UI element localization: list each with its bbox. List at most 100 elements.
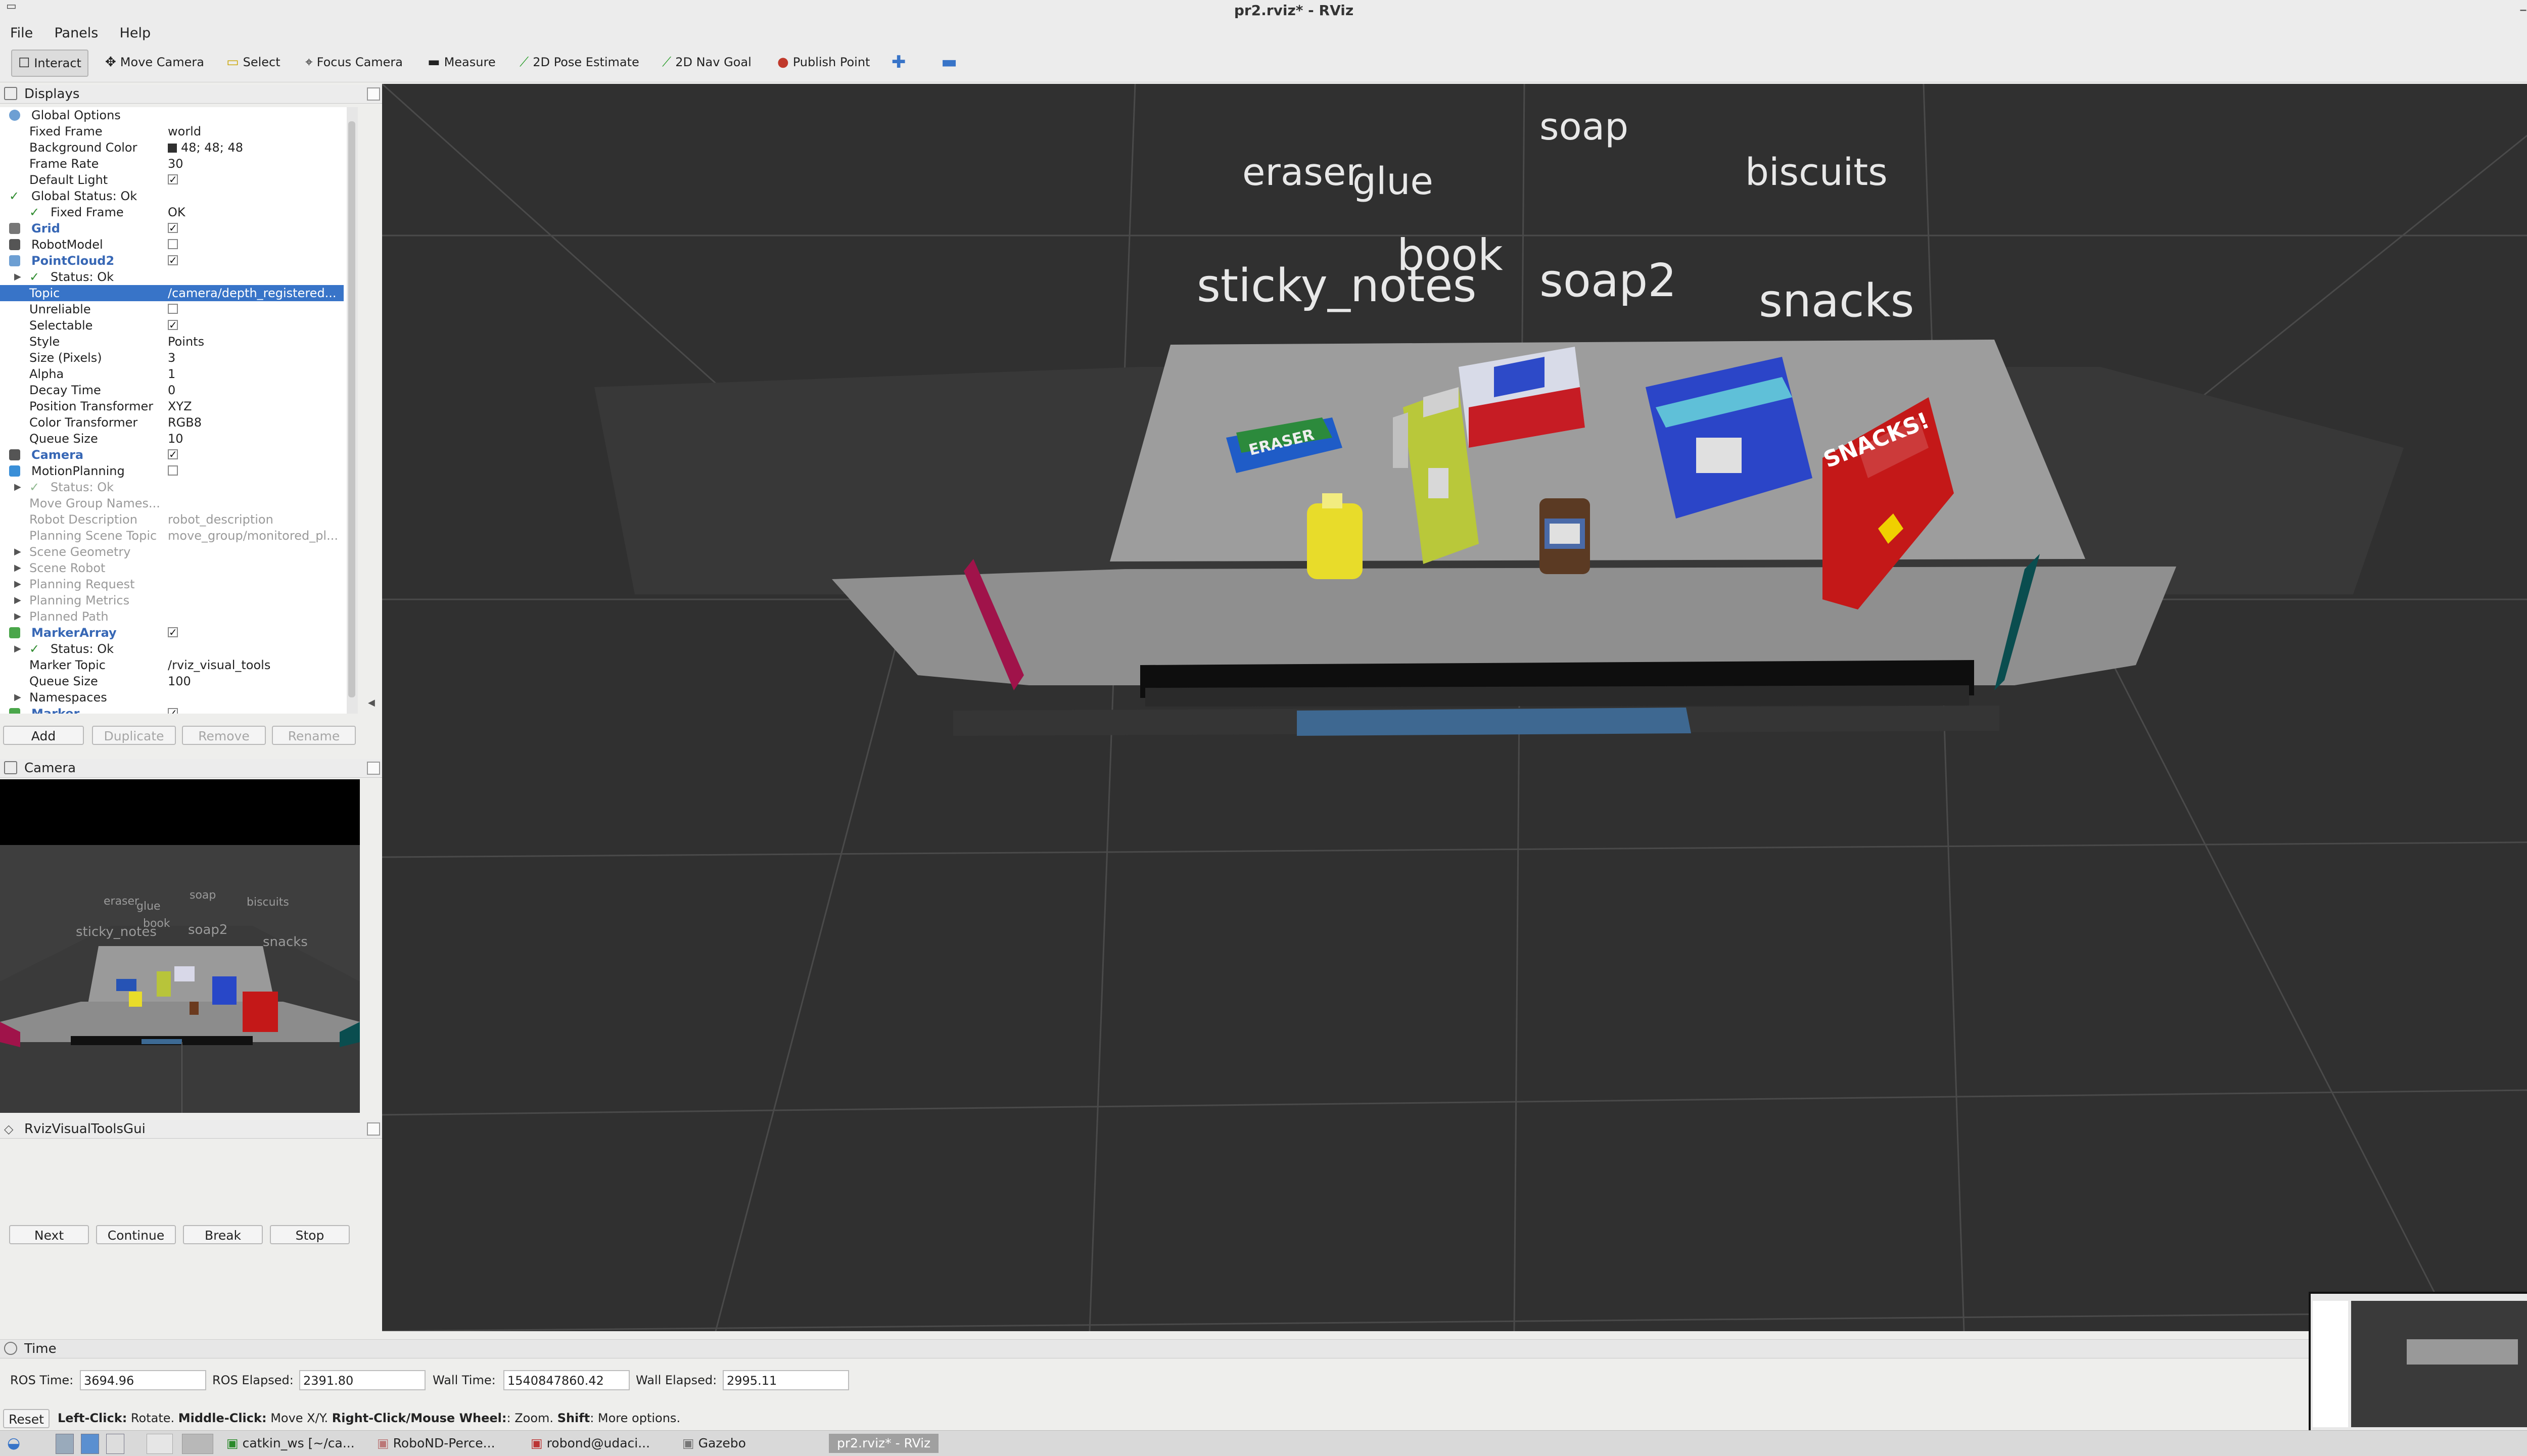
tree-row[interactable]: Decay Time 0: [0, 382, 344, 398]
tree-row[interactable]: Queue Size 10: [0, 431, 344, 447]
window-menu-icon[interactable]: ▭: [6, 0, 17, 13]
tree-row[interactable]: Position Transformer XYZ: [0, 398, 344, 414]
tree-row[interactable]: Marker Topic/rviz_visual_tools: [0, 657, 344, 673]
panel-float-button[interactable]: [367, 1122, 380, 1136]
add-display-button[interactable]: Add: [3, 726, 84, 745]
publish-point-tool-button[interactable]: ● Publish Point: [771, 50, 876, 75]
remove-display-button[interactable]: Remove: [182, 726, 266, 745]
nav-goal-tool-button[interactable]: ⟋ 2D Nav Goal: [656, 50, 758, 75]
tree-row[interactable]: Background Color 48; 48; 48: [0, 139, 344, 156]
tree-row[interactable]: ▶ Scene Robot: [0, 560, 344, 576]
select-tool-button[interactable]: ▭ Select: [220, 50, 287, 75]
tree-row[interactable]: Default Light ✓: [0, 172, 344, 188]
tree-row[interactable]: MarkerArray ✓: [0, 625, 344, 641]
tree-row[interactable]: ▶ ✓ Status: Ok: [0, 269, 344, 285]
expand-arrow-icon[interactable]: ▶: [14, 592, 21, 608]
file-manager-icon[interactable]: [56, 1434, 74, 1454]
tree-row-selected[interactable]: Topic/camera/depth_registered...: [0, 285, 344, 301]
wall-time-field[interactable]: 1540847860.42: [503, 1370, 630, 1390]
next-button[interactable]: Next: [9, 1225, 89, 1244]
focus-camera-tool-button[interactable]: ⌖ Focus Camera: [299, 50, 409, 75]
expand-arrow-icon[interactable]: ▶: [14, 560, 21, 576]
tree-row[interactable]: Alpha 1: [0, 366, 344, 382]
wall-elapsed-field[interactable]: 2995.11: [723, 1370, 849, 1390]
tree-row[interactable]: Size (Pixels) 3: [0, 350, 344, 366]
checkbox[interactable]: [168, 239, 178, 249]
desktop-pager-icon[interactable]: [147, 1434, 173, 1454]
tree-row[interactable]: RobotModel: [0, 237, 344, 253]
tree-row[interactable]: ▶ Planning Request: [0, 576, 344, 592]
tree-row[interactable]: ▶ ✓ Status: Ok: [0, 479, 344, 495]
checkbox[interactable]: ✓: [168, 255, 178, 265]
checkbox[interactable]: ✓: [168, 174, 178, 184]
tree-row[interactable]: Marker ✓: [0, 706, 344, 714]
tree-row[interactable]: Robot Description robot_description: [0, 511, 344, 528]
render-viewport[interactable]: ERASER SNACKS! soap eraser glue biscuits…: [382, 84, 2527, 1331]
measure-tool-button[interactable]: ▬ Measure: [422, 50, 502, 75]
ros-elapsed-field[interactable]: 2391.80: [299, 1370, 426, 1390]
taskbar-item[interactable]: ▣ robond@udaci...: [531, 1434, 650, 1453]
tree-row[interactable]: ▶ Planning Metrics: [0, 592, 344, 608]
window-thumbnail[interactable]: [2309, 1292, 2527, 1441]
ros-time-field[interactable]: 3694.96: [80, 1370, 206, 1390]
tree-row[interactable]: Selectable ✓: [0, 317, 344, 334]
checkbox[interactable]: ✓: [168, 708, 178, 714]
tree-row[interactable]: ▶ Planned Path: [0, 608, 344, 625]
pose-estimate-tool-button[interactable]: ⟋ 2D Pose Estimate: [513, 50, 645, 75]
tree-row[interactable]: Style Points: [0, 334, 344, 350]
menu-file[interactable]: File: [10, 25, 33, 41]
expand-arrow-icon[interactable]: ▶: [14, 269, 21, 285]
break-button[interactable]: Break: [183, 1225, 263, 1244]
scrollbar-thumb[interactable]: [348, 121, 355, 697]
rename-display-button[interactable]: Rename: [272, 726, 356, 745]
panel-float-button[interactable]: [367, 87, 380, 101]
checkbox[interactable]: [168, 465, 178, 476]
expand-arrow-icon[interactable]: ▶: [14, 479, 21, 495]
collapse-left-icon[interactable]: ◀: [368, 697, 375, 708]
tree-row[interactable]: Grid ✓: [0, 220, 344, 237]
tree-row[interactable]: ▶ ✓ Status: Ok: [0, 641, 344, 657]
expand-arrow-icon[interactable]: ▶: [14, 689, 21, 706]
expand-arrow-icon[interactable]: ▶: [14, 608, 21, 625]
minimize-icon[interactable]: –: [2519, 1, 2527, 19]
camera-view[interactable]: eraser glue soap biscuits book sticky_no…: [0, 779, 360, 1113]
tree-row[interactable]: Unreliable: [0, 301, 344, 317]
displays-scrollbar[interactable]: [347, 107, 358, 714]
tree-row[interactable]: Global Options: [0, 107, 344, 123]
tree-row[interactable]: PointCloud2 ✓: [0, 253, 344, 269]
checkbox[interactable]: ✓: [168, 449, 178, 459]
start-menu-icon[interactable]: ◒: [7, 1434, 20, 1453]
checkbox[interactable]: [168, 304, 178, 314]
terminal-icon[interactable]: [106, 1434, 124, 1454]
reset-button[interactable]: Reset: [3, 1409, 50, 1428]
tree-row[interactable]: Camera ✓: [0, 447, 344, 463]
expand-arrow-icon[interactable]: ▶: [14, 576, 21, 592]
tree-row[interactable]: ✓ Global Status: Ok: [0, 188, 344, 204]
expand-arrow-icon[interactable]: ▶: [14, 544, 21, 560]
panel-float-button[interactable]: [367, 762, 380, 775]
tree-row[interactable]: ▶ Scene Geometry: [0, 544, 344, 560]
remove-tool-icon[interactable]: ▬: [935, 50, 963, 75]
tree-row[interactable]: Queue Size 100: [0, 673, 344, 689]
move-camera-tool-button[interactable]: ✥ Move Camera: [99, 50, 210, 75]
stop-button[interactable]: Stop: [270, 1225, 350, 1244]
taskbar-item[interactable]: ▣ Gazebo: [682, 1434, 746, 1453]
expand-arrow-icon[interactable]: ▶: [14, 641, 21, 657]
checkbox[interactable]: ✓: [168, 223, 178, 233]
continue-button[interactable]: Continue: [96, 1225, 176, 1244]
tree-row[interactable]: ▶ Namespaces: [0, 689, 344, 706]
checkbox[interactable]: ✓: [168, 320, 178, 330]
tree-row[interactable]: MotionPlanning: [0, 463, 344, 479]
taskbar-item[interactable]: ▣ catkin_ws [~/ca...: [226, 1434, 355, 1453]
add-tool-icon[interactable]: ✚: [885, 50, 912, 75]
tree-row[interactable]: Frame Rate 30: [0, 156, 344, 172]
interact-tool-button[interactable]: ☐ Interact: [11, 50, 88, 77]
duplicate-display-button[interactable]: Duplicate: [92, 726, 176, 745]
tree-row[interactable]: Move Group Names...: [0, 495, 344, 511]
browser-icon[interactable]: [81, 1434, 99, 1454]
desktop-pager-icon[interactable]: [182, 1434, 213, 1454]
tree-row[interactable]: Color Transformer RGB8: [0, 414, 344, 431]
menu-panels[interactable]: Panels: [54, 25, 98, 41]
tree-row[interactable]: Fixed Frame world: [0, 123, 344, 139]
taskbar-item[interactable]: ▣ RoboND-Perce...: [377, 1434, 495, 1453]
